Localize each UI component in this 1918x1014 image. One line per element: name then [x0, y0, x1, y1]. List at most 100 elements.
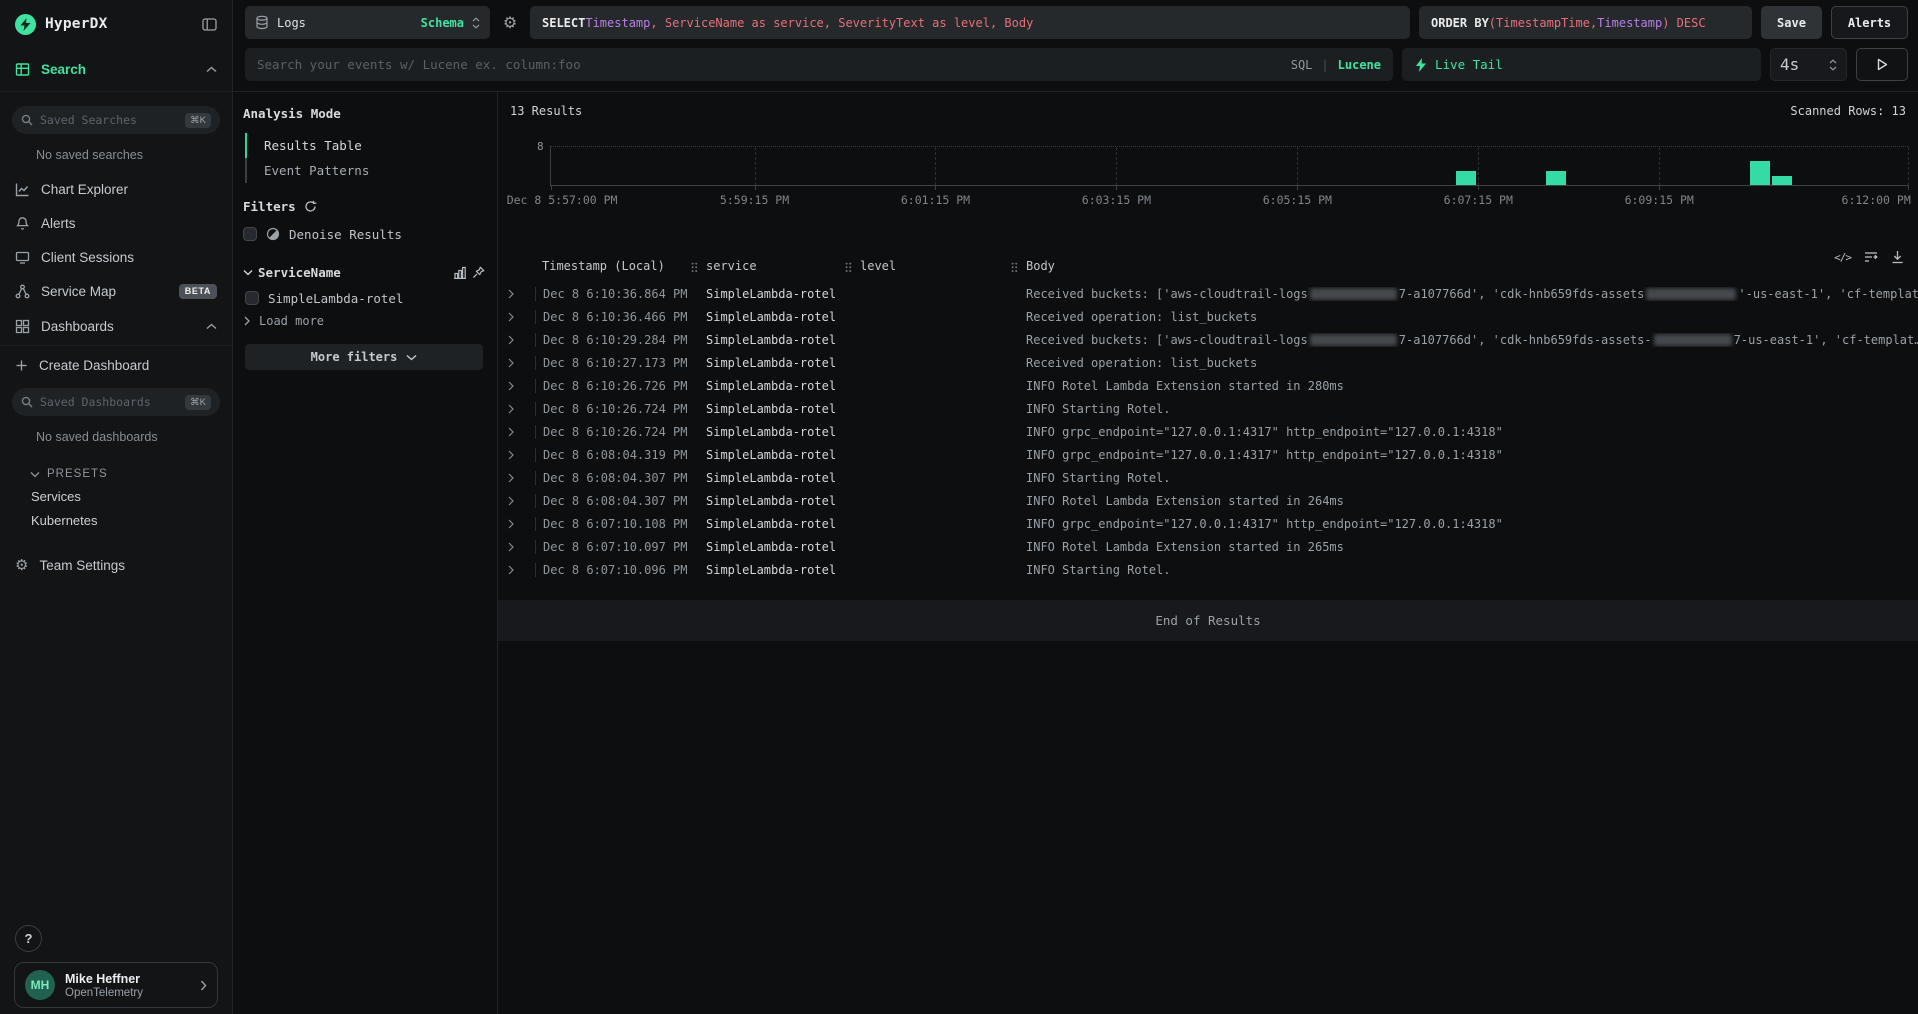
- sidebar-item-search[interactable]: Search: [0, 48, 232, 92]
- denoise-checkbox[interactable]: [243, 227, 257, 241]
- orderby-purple-token: Timestamp: [1597, 16, 1662, 30]
- load-more[interactable]: Load more: [244, 310, 485, 332]
- wrap-lines-icon[interactable]: [1864, 250, 1878, 264]
- row-expander-icon[interactable]: [498, 450, 535, 460]
- table-row[interactable]: Dec 8 6:08:04.307 PMSimpleLambda-rotelIN…: [498, 489, 1918, 512]
- table-row[interactable]: Dec 8 6:10:27.173 PMSimpleLambda-rotelRe…: [498, 351, 1918, 374]
- event-search-input[interactable]: [257, 57, 1282, 72]
- sidebar-item-chart-explorer[interactable]: Chart Explorer: [0, 172, 232, 206]
- drag-handle-icon[interactable]: [1011, 262, 1018, 273]
- row-expander-icon[interactable]: [498, 473, 535, 483]
- table-row[interactable]: Dec 8 6:10:29.284 PMSimpleLambda-rotelRe…: [498, 328, 1918, 351]
- body-text: INFO Rotel Lambda Extension started in 2…: [1026, 540, 1344, 554]
- sidebar-item-dashboards[interactable]: Dashboards: [0, 308, 232, 346]
- sidebar: HyperDX Search ⌘K No saved searches Char…: [0, 0, 233, 1014]
- table-row[interactable]: Dec 8 6:07:10.096 PMSimpleLambda-rotelIN…: [498, 558, 1918, 581]
- row-expander-icon[interactable]: [498, 519, 535, 529]
- sql-select-editor[interactable]: SELECT Timestamp, ServiceName as service…: [530, 6, 1410, 39]
- facet-value-checkbox[interactable]: [245, 291, 259, 305]
- table-row[interactable]: Dec 8 6:10:26.726 PMSimpleLambda-rotelIN…: [498, 374, 1918, 397]
- sidebar-item-alerts[interactable]: Alerts: [0, 206, 232, 240]
- chart-gridline: [1659, 147, 1660, 185]
- drag-handle-icon[interactable]: [845, 262, 852, 273]
- chart-gridline: [1908, 147, 1909, 185]
- profile-card[interactable]: MH Mike Heffner OpenTelemetry: [14, 962, 218, 1008]
- sidebar-item-service-map[interactable]: Service Map BETA: [0, 274, 232, 308]
- histogram-bar[interactable]: [1750, 161, 1770, 185]
- table-row[interactable]: Dec 8 6:10:36.864 PMSimpleLambda-rotelRe…: [498, 282, 1918, 305]
- histogram-bar[interactable]: [1456, 171, 1476, 185]
- cell-service: SimpleLambda-rotel: [706, 310, 860, 324]
- source-settings-gear-icon[interactable]: ⚙: [499, 6, 521, 39]
- row-expander-icon[interactable]: [498, 381, 535, 391]
- chart-gridline: [1116, 147, 1117, 185]
- row-expander-icon[interactable]: [498, 427, 535, 437]
- facet-servicename-header[interactable]: ServiceName: [243, 260, 485, 284]
- live-tail-button[interactable]: Live Tail: [1402, 48, 1761, 81]
- profile-org: OpenTelemetry: [65, 987, 190, 999]
- download-icon[interactable]: [1891, 250, 1904, 264]
- sidebar-item-client-sessions[interactable]: Client Sessions: [0, 240, 232, 274]
- lucene-mode-toggle[interactable]: Lucene: [1338, 58, 1381, 72]
- table-row[interactable]: Dec 8 6:07:10.108 PMSimpleLambda-rotelIN…: [498, 512, 1918, 535]
- x-axis-tick-label: 6:07:15 PM: [1444, 193, 1513, 207]
- create-dashboard-label: Create Dashboard: [39, 358, 217, 373]
- table-row[interactable]: Dec 8 6:08:04.307 PMSimpleLambda-rotelIN…: [498, 466, 1918, 489]
- drag-handle-icon[interactable]: [691, 262, 698, 273]
- preset-label: Services: [31, 489, 81, 504]
- cell-timestamp: Dec 8 6:07:10.097 PM: [535, 540, 706, 554]
- table-row[interactable]: Dec 8 6:10:26.724 PMSimpleLambda-rotelIN…: [498, 420, 1918, 443]
- sidebar-item-team-settings[interactable]: ⚙ Team Settings: [0, 548, 232, 582]
- table-row[interactable]: Dec 8 6:08:04.319 PMSimpleLambda-rotelIN…: [498, 443, 1918, 466]
- row-expander-icon[interactable]: [498, 542, 535, 552]
- row-expander-icon[interactable]: [498, 335, 535, 345]
- source-select[interactable]: Logs Schema: [245, 6, 490, 39]
- load-more-label: Load more: [259, 314, 324, 328]
- row-expander-icon[interactable]: [498, 358, 535, 368]
- histogram-bar[interactable]: [1772, 176, 1792, 186]
- facet-chart-icon[interactable]: [453, 266, 467, 279]
- more-filters-button[interactable]: More filters: [245, 344, 483, 370]
- preset-services[interactable]: Services: [0, 484, 232, 508]
- refresh-interval-select[interactable]: 4s: [1770, 48, 1847, 81]
- sql-salmon-tokens: , ServiceName as service, SeverityText a…: [650, 16, 1033, 30]
- save-button[interactable]: Save: [1761, 6, 1822, 39]
- pin-icon[interactable]: [472, 266, 485, 279]
- chart-gridline: [755, 147, 756, 185]
- order-by-editor[interactable]: ORDER BY (TimestampTime, Timestamp) DESC: [1419, 6, 1752, 39]
- table-row[interactable]: Dec 8 6:07:10.097 PMSimpleLambda-rotelIN…: [498, 535, 1918, 558]
- cell-body: INFO Starting Rotel.: [1026, 563, 1918, 577]
- x-axis-tick-label: 6:09:15 PM: [1625, 193, 1694, 207]
- cell-body: Received buckets: ['aws-cloudtrail-logs7…: [1026, 287, 1918, 301]
- sql-mode-toggle[interactable]: SQL: [1291, 58, 1313, 72]
- saved-searches-input[interactable]: [40, 113, 178, 127]
- mode-event-patterns[interactable]: Event Patterns: [245, 158, 485, 183]
- chevron-updown-icon: [1829, 59, 1837, 71]
- row-expander-icon[interactable]: [498, 404, 535, 414]
- view-source-icon[interactable]: </>: [1834, 251, 1851, 264]
- row-expander-icon[interactable]: [498, 496, 535, 506]
- row-expander-icon[interactable]: [498, 312, 535, 322]
- row-expander-icon[interactable]: [498, 565, 535, 575]
- sidebar-item-label: Chart Explorer: [41, 182, 217, 197]
- chart-gridline: [1297, 147, 1298, 185]
- mode-results-table[interactable]: Results Table: [245, 133, 485, 158]
- saved-dashboards-input[interactable]: [40, 395, 178, 409]
- collapse-sidebar-icon[interactable]: [202, 18, 217, 31]
- facet-value-row[interactable]: SimpleLambda-rotel: [245, 286, 485, 310]
- column-header-label: level: [860, 259, 896, 273]
- x-axis-tick-label: 5:59:15 PM: [720, 193, 789, 207]
- x-axis-tick-label: 6:01:15 PM: [901, 193, 970, 207]
- denoise-results-row[interactable]: Denoise Results: [243, 220, 485, 248]
- run-query-button[interactable]: [1856, 48, 1908, 81]
- presets-toggle[interactable]: PRESETS: [30, 468, 232, 480]
- row-expander-icon[interactable]: [498, 289, 535, 299]
- table-row[interactable]: Dec 8 6:10:26.724 PMSimpleLambda-rotelIN…: [498, 397, 1918, 420]
- refresh-icon[interactable]: [304, 200, 317, 213]
- table-row[interactable]: Dec 8 6:10:36.466 PMSimpleLambda-rotelRe…: [498, 305, 1918, 328]
- alerts-button[interactable]: Alerts: [1831, 6, 1908, 39]
- create-dashboard-button[interactable]: Create Dashboard: [0, 346, 232, 384]
- histogram-bar[interactable]: [1546, 171, 1566, 185]
- help-button[interactable]: ?: [15, 925, 42, 952]
- preset-kubernetes[interactable]: Kubernetes: [0, 508, 232, 532]
